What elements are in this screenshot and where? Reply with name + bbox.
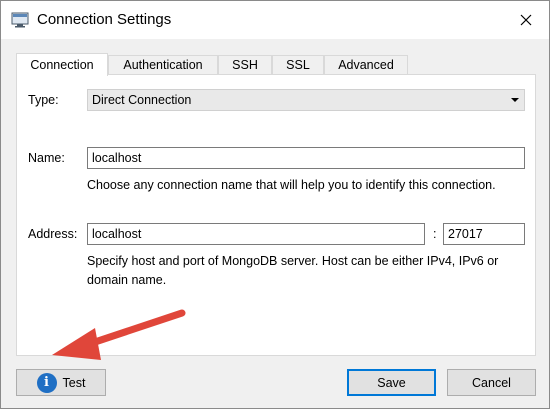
address-hint-line1: Specify host and port of MongoDB server.… (87, 254, 499, 268)
address-port-input[interactable] (443, 223, 525, 245)
save-button[interactable]: Save (347, 369, 436, 396)
connection-tab-panel: Type: Direct Connection Name: Choose any… (16, 74, 536, 356)
port-separator: : (433, 227, 437, 241)
connection-settings-window: Connection Settings Connection Authentic… (0, 0, 550, 409)
address-host-input[interactable] (87, 223, 425, 245)
save-button-label: Save (377, 375, 406, 390)
app-window-icon (11, 12, 29, 28)
cancel-button[interactable]: Cancel (447, 369, 536, 396)
test-button[interactable]: i Test (16, 369, 106, 396)
address-label: Address: (28, 227, 78, 241)
close-button[interactable] (503, 1, 549, 39)
tab-connection[interactable]: Connection (16, 53, 108, 76)
tab-authentication[interactable]: Authentication (108, 55, 218, 75)
tab-ssh[interactable]: SSH (218, 55, 272, 75)
tab-advanced[interactable]: Advanced (324, 55, 408, 75)
tab-ssl[interactable]: SSL (272, 55, 324, 75)
info-icon: i (36, 372, 57, 393)
address-hint-line2: domain name. (87, 273, 167, 287)
cancel-button-label: Cancel (472, 375, 511, 390)
name-label: Name: (28, 151, 65, 165)
name-hint: Choose any connection name that will hel… (87, 178, 496, 192)
title-bar: Connection Settings (1, 1, 549, 39)
connection-type-select[interactable]: Direct Connection (87, 89, 525, 111)
type-label: Type: (28, 93, 59, 107)
connection-name-input[interactable] (87, 147, 525, 169)
dropdown-arrow-icon (511, 98, 519, 102)
connection-type-value: Direct Connection (92, 93, 192, 107)
window-title: Connection Settings (37, 11, 172, 28)
test-button-label: Test (62, 375, 86, 390)
close-icon (520, 14, 532, 26)
